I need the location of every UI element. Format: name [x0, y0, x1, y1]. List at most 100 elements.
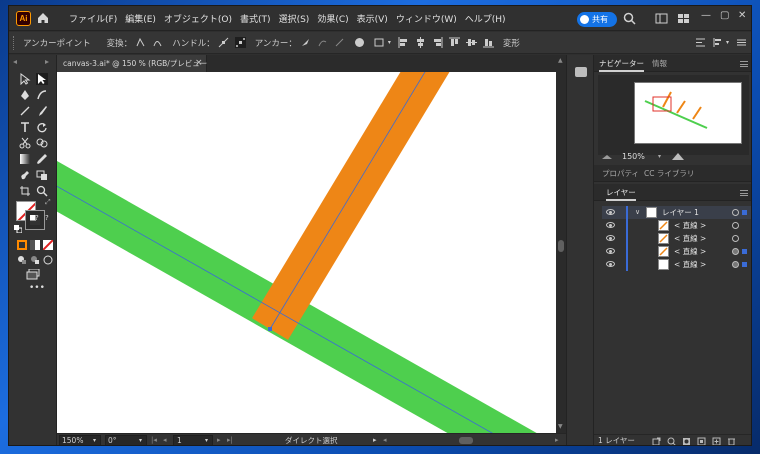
anchor-point[interactable] [268, 327, 272, 331]
line-segment-tool-icon[interactable] [19, 105, 31, 117]
menu-type[interactable]: 書式(T) [236, 12, 275, 25]
clipping-mask-icon[interactable] [682, 437, 691, 446]
navigator-zoom-value[interactable]: 150% [622, 150, 645, 164]
paintbrush-tool-icon[interactable] [36, 105, 48, 117]
new-layer-icon[interactable] [712, 437, 721, 446]
close-icon[interactable]: ✕ [738, 10, 746, 21]
tool-status[interactable]: ダイレクト選択 [285, 434, 338, 445]
align-left-icon[interactable] [398, 37, 409, 48]
visibility-eye-icon[interactable] [606, 248, 615, 254]
draw-inside-icon[interactable] [43, 255, 53, 265]
arrange-documents-icon[interactable] [677, 12, 690, 25]
convert-corner-icon[interactable] [135, 37, 146, 48]
delete-layer-icon[interactable] [727, 437, 736, 446]
menu-file[interactable]: ファイル(F) [65, 12, 121, 25]
layer-name[interactable]: < 直線 > [674, 245, 706, 258]
cut-path-icon[interactable] [334, 37, 345, 48]
tab-info[interactable]: 情報 [652, 55, 667, 72]
maximize-icon[interactable]: ▢ [720, 10, 729, 21]
gradient-mode-icon[interactable] [30, 240, 40, 250]
next-artboard-icon[interactable]: ▸ [217, 434, 221, 445]
layer-name[interactable]: < 直線 > [674, 232, 706, 245]
graph-tool-icon[interactable] [36, 169, 48, 181]
layer-name[interactable]: < 直線 > [674, 258, 706, 271]
direct-selection-tool-icon[interactable] [36, 73, 48, 85]
tab-close-icon[interactable]: × [195, 55, 205, 72]
none-mode-icon[interactable] [43, 240, 53, 250]
convert-smooth-icon[interactable] [152, 37, 163, 48]
align-to-dropdown-icon[interactable]: ▾ [388, 39, 391, 46]
more-tools-icon[interactable]: ••• [29, 283, 45, 293]
default-colors-icon[interactable] [14, 225, 22, 233]
artboard[interactable] [57, 72, 556, 433]
status-menu-icon[interactable]: ▸ [373, 434, 377, 445]
orange-line[interactable] [252, 72, 450, 340]
gradient-tool-icon[interactable] [19, 153, 31, 165]
tab-layers[interactable]: レイヤー [606, 184, 636, 201]
arrange-icon[interactable] [695, 37, 706, 48]
scissors-tool-icon[interactable] [19, 137, 31, 149]
navigator-zoom-chevron-icon[interactable]: ▾ [658, 150, 661, 164]
zoom-tool-icon[interactable] [36, 185, 48, 197]
menu-effect[interactable]: 効果(C) [313, 12, 352, 25]
pen-tool-icon[interactable] [19, 89, 31, 101]
visibility-eye-icon[interactable] [606, 222, 615, 228]
layer-name[interactable]: レイヤー 1 [662, 206, 699, 219]
layer-row-line-1[interactable]: < 直線 > [602, 219, 751, 232]
search-icon[interactable] [623, 12, 636, 25]
target-circle-icon[interactable] [732, 261, 739, 268]
menu-help[interactable]: ヘルプ(H) [461, 12, 510, 25]
menu-select[interactable]: 選択(S) [275, 12, 314, 25]
document-tab[interactable]: canvas-3.ai* @ 150 % (RGB/プレビュー) [57, 55, 210, 72]
menu-window[interactable]: ウィンドウ(W) [392, 12, 461, 25]
scroll-down-icon[interactable]: ▼ [558, 423, 563, 430]
target-circle-icon[interactable] [732, 235, 739, 242]
zoom-in-icon[interactable] [671, 152, 685, 161]
share-button[interactable]: 共有 [577, 12, 617, 27]
target-circle-icon[interactable] [732, 222, 739, 229]
distribute-icon[interactable] [712, 37, 723, 48]
tab-navigator[interactable]: ナビゲーター [599, 55, 644, 72]
new-sublayer-icon[interactable] [697, 437, 706, 446]
layer-row-parent[interactable]: ∨ レイヤー 1 [602, 206, 751, 219]
remove-anchor-icon[interactable] [300, 37, 311, 48]
align-hcenter-icon[interactable] [415, 37, 426, 48]
color-mode-icon[interactable] [17, 240, 27, 250]
align-top-icon[interactable] [448, 37, 460, 48]
canvas-area[interactable] [57, 72, 556, 433]
chevron-down-icon[interactable]: ▾ [726, 39, 729, 46]
prev-artboard-icon[interactable]: ◂ [163, 434, 167, 445]
layers-menu-icon[interactable] [740, 190, 748, 196]
horizontal-scroll-thumb[interactable] [459, 437, 473, 444]
layer-row-line-3[interactable]: < 直線 > [602, 245, 751, 258]
shape-builder-tool-icon[interactable] [36, 137, 48, 149]
minimize-icon[interactable]: — [701, 10, 711, 21]
draw-behind-icon[interactable] [30, 255, 40, 265]
panel-menu-icon[interactable] [736, 37, 747, 48]
swap-fill-stroke-icon[interactable]: ⤢ [45, 198, 51, 207]
tab-properties[interactable]: プロパティ [602, 165, 639, 182]
align-to-icon[interactable] [374, 37, 385, 48]
locate-object-icon[interactable] [667, 437, 676, 446]
eyedropper-tool-icon[interactable] [36, 153, 48, 165]
artboard-tool-icon[interactable] [19, 185, 31, 197]
export-icon[interactable] [652, 437, 661, 446]
draw-normal-icon[interactable] [17, 255, 27, 265]
isolate-icon[interactable] [354, 37, 365, 48]
align-vcenter-icon[interactable] [465, 37, 477, 48]
menu-view[interactable]: 表示(V) [353, 12, 392, 25]
navigator-preview[interactable] [598, 75, 749, 155]
toolbar-collapse-icon[interactable] [11, 59, 51, 65]
home-icon[interactable] [36, 11, 50, 25]
connect-anchor-icon[interactable] [317, 37, 328, 48]
scroll-up-icon[interactable]: ▲ [558, 57, 563, 64]
transform-link[interactable]: 変形 [503, 37, 520, 49]
vertical-scroll-thumb[interactable] [558, 240, 564, 252]
first-artboard-icon[interactable]: |◂ [151, 434, 157, 445]
workspace-layout-icon[interactable] [655, 12, 668, 25]
last-artboard-icon[interactable]: ▸| [227, 434, 233, 445]
navigator-thumbnail[interactable] [634, 82, 742, 144]
scroll-right-icon[interactable]: ▸ [555, 434, 559, 445]
show-handles-icon[interactable] [218, 37, 229, 48]
menu-object[interactable]: オブジェクト(O) [160, 12, 236, 25]
